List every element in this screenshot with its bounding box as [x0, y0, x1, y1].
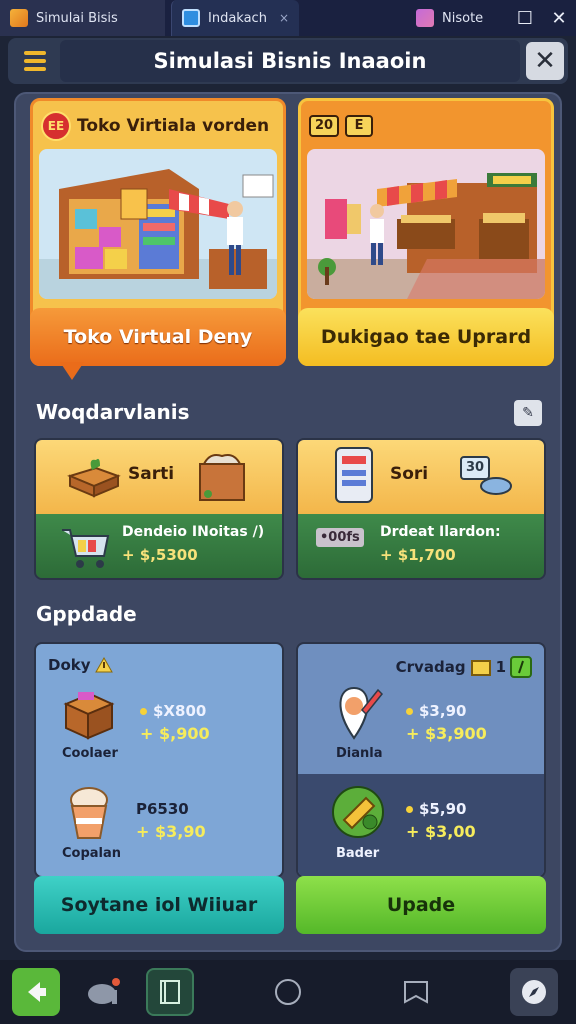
upgrade-card-heading: Crvadag 1 [396, 656, 532, 678]
crate-icon [63, 692, 115, 740]
store-card-virtual[interactable]: EE Toko Virtiala vorden Toko Virtual Den… [30, 98, 286, 366]
compass-icon[interactable] [510, 968, 558, 1016]
upgrade-item-name: Coolaer [62, 746, 118, 761]
product-label: Sarti [128, 464, 175, 484]
menu-icon[interactable] [14, 44, 56, 78]
selection-pointer [60, 362, 84, 380]
store-badge: 20 [309, 115, 340, 137]
store-card-upgrade[interactable]: 20 E Dukigao tae Uprard [298, 98, 554, 366]
product-price: + $1,700 [380, 546, 456, 564]
store-upgrade-button[interactable]: Dukigao tae Uprard [298, 308, 554, 366]
lettuce-icon [332, 786, 384, 838]
store-heading: 20 E [309, 111, 374, 141]
upgrade-card[interactable]: Crvadag 1 Dianla $3,90 + $3,900 Bader $5… [296, 642, 546, 878]
elephant-icon[interactable] [80, 968, 128, 1016]
upgrade-price-top: $3,90 [419, 702, 467, 720]
store-badge: E [345, 115, 374, 137]
upgrade-count: 1 [495, 658, 506, 676]
upgrade-item-bonus: + $3,900 [406, 724, 487, 743]
store-virtual-button[interactable]: Toko Virtual Deny [30, 308, 286, 366]
cube-app-icon [416, 9, 434, 27]
product-label: Sori [390, 464, 429, 484]
product-name: Drdeat Ilardon: [380, 524, 501, 540]
book-icon[interactable] [146, 968, 194, 1016]
product-price: + $,5300 [122, 546, 198, 564]
product-tag: •00fs [316, 528, 364, 547]
upgrade-item-price: $X800 [140, 702, 206, 720]
store-heading-label: Toko Virtiala vorden [77, 116, 270, 136]
upgrade-virtual-button[interactable]: Soytane iol Wiiuar [34, 876, 284, 934]
title-bar: Simulasi Bisnis Inaaoin ✕ [8, 38, 568, 84]
checkbox-icon[interactable] [510, 656, 532, 678]
page-title: Simulasi Bisnis Inaaoin [60, 40, 520, 82]
store-illustration [307, 149, 545, 299]
back-arrow-icon[interactable] [12, 968, 60, 1016]
upgrade-item-price: $3,90 [406, 702, 466, 720]
product-card-top: Sarti [36, 440, 282, 514]
upgrade-item-price: $5,90 [406, 800, 466, 818]
window-bar: Simulai Bisis Indakach × Nisote ☐ ✕ [0, 0, 576, 36]
crate-icon [67, 458, 121, 498]
window-tab-label: Simulai Bisis [36, 10, 118, 26]
window-tab-label: Indakach [208, 10, 267, 26]
upgrade-heading-label: Crvadag [395, 658, 466, 676]
window-tab-label: Nisote [442, 10, 484, 26]
cup-icon [70, 787, 108, 839]
upgrade-item-bonus: + $,900 [140, 724, 210, 743]
upgrade-button[interactable]: Upade [296, 876, 546, 934]
upgrade-item-bonus: + $3,00 [406, 822, 476, 841]
upgrade-item-name: Dianla [336, 746, 383, 761]
crate-small-icon [470, 660, 491, 676]
window-tab-2[interactable]: Indakach × [171, 0, 299, 36]
product-card-bottom: •00fs Drdeat Ilardon: + $1,700 [298, 514, 544, 578]
maximize-icon[interactable]: ☐ [508, 0, 542, 36]
upgrade-card-heading: Doky [48, 656, 113, 674]
tab-close-icon[interactable]: × [279, 11, 289, 25]
cart-icon [62, 529, 110, 568]
cube-app-icon [10, 9, 28, 27]
store-heading: EE Toko Virtiala vorden [41, 111, 269, 141]
product-card-top: Sori 30 [298, 440, 544, 514]
edit-icon[interactable]: ✎ [514, 400, 542, 426]
products-section-title: Woqdarvlanis [36, 400, 190, 424]
store-illustration [39, 149, 277, 299]
product-name: Dendeio INoitas /) [122, 524, 265, 540]
upgrade-card[interactable]: Doky Coolaer $X800 + $,900 Copalan P6530… [34, 642, 284, 878]
window-close-icon[interactable]: ✕ [542, 0, 576, 36]
dish-icon [480, 477, 512, 495]
upgrade-heading-label: Doky [48, 656, 91, 674]
upgrade-section-title: Gppdade [36, 602, 137, 626]
upgrade-item-name: Copalan [62, 846, 122, 861]
product-card[interactable]: Sori 30 •00fs Drdeat Ilardon: + $1,700 [296, 438, 546, 580]
upgrade-item-name: Bader [336, 846, 380, 861]
window-tab-1[interactable]: Simulai Bisis [0, 0, 165, 36]
home-circle-icon[interactable] [264, 968, 312, 1016]
tab-app-icon [182, 9, 200, 27]
bottom-nav [0, 960, 576, 1024]
window-tab-3[interactable]: Nisote [406, 0, 508, 36]
upgrade-price-top: $5,90 [419, 800, 467, 818]
upgrade-item-bonus: + $3,90 [136, 822, 206, 841]
box-goods-icon [199, 454, 245, 501]
bookmark-icon[interactable] [392, 968, 440, 1016]
upgrade-price-top: $X800 [153, 702, 207, 720]
product-card[interactable]: Sarti Dendeio INoitas /) + $,5300 [34, 438, 284, 580]
main-panel: EE Toko Virtiala vorden Toko Virtual Den… [14, 92, 562, 952]
product-card-bottom: Dendeio INoitas /) + $,5300 [36, 514, 282, 578]
upgrade-item-price: P6530 [136, 800, 189, 818]
close-button[interactable]: ✕ [526, 42, 564, 80]
map-pin-brush-icon [339, 686, 384, 740]
phone-icon [335, 447, 373, 503]
store-seal-icon: EE [41, 111, 71, 141]
warning-icon [94, 657, 113, 673]
